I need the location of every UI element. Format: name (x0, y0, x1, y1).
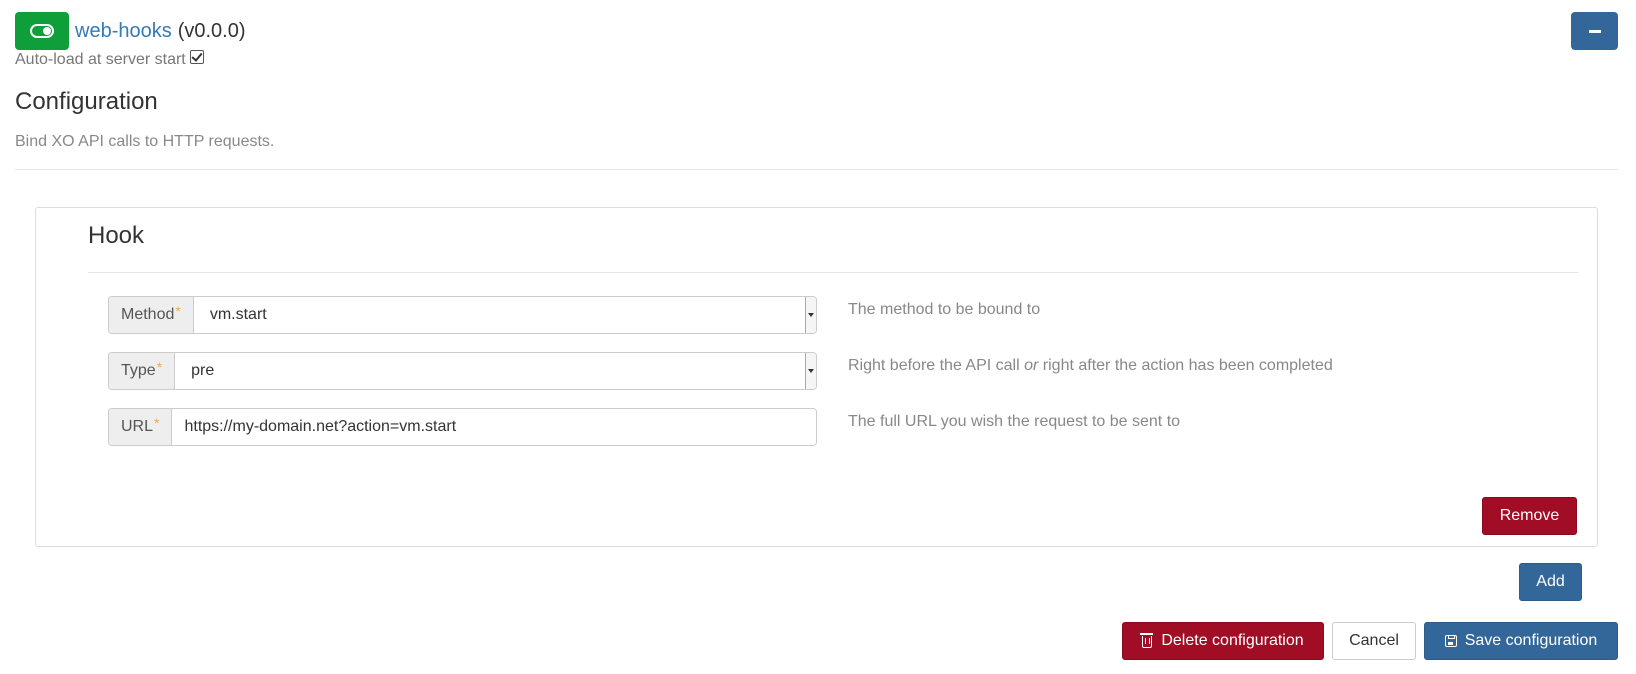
required-marker: * (156, 359, 163, 375)
chevron-down-icon[interactable] (805, 297, 816, 333)
add-label: Add (1536, 573, 1565, 590)
url-help: The full URL you wish the request to be … (848, 413, 1181, 430)
chevron-down-icon[interactable] (805, 353, 816, 389)
type-input-group: Type * pre (108, 352, 817, 390)
delete-label: Delete configuration (1161, 632, 1304, 649)
floppy-disk-icon (1444, 635, 1457, 647)
autoload-checkbox[interactable] (189, 50, 204, 64)
type-select[interactable]: pre (175, 353, 816, 389)
cancel-button[interactable]: Cancel (1332, 622, 1416, 660)
collapse-button[interactable] (1571, 12, 1618, 50)
method-input-group: Method * vm.start (108, 296, 817, 334)
add-hook-button[interactable]: Add (1519, 563, 1582, 601)
autoload-label: Auto-load at server start (15, 51, 186, 68)
url-addon: URL * (109, 409, 173, 445)
method-label: Method (121, 306, 175, 323)
cancel-label: Cancel (1349, 632, 1399, 649)
required-marker: * (154, 415, 160, 431)
url-input[interactable]: https://my-domain.net?action=vm.start (172, 409, 816, 445)
minus-icon (1588, 29, 1601, 33)
url-label: URL (121, 418, 154, 435)
type-help-after: right after the action has been complete… (1038, 357, 1333, 374)
plugin-enable-toggle[interactable] (15, 12, 69, 50)
hook-panel: Hook Method * vm.start The method to be b… (35, 207, 1598, 547)
type-help-em: or (1024, 357, 1039, 374)
delete-configuration-button[interactable]: Delete configuration (1122, 622, 1324, 660)
plugin-name-link[interactable]: web-hooks (75, 20, 172, 43)
method-help: The method to be bound to (848, 301, 1041, 318)
remove-hook-button[interactable]: Remove (1482, 497, 1577, 535)
hook-divider (88, 272, 1578, 273)
type-help: Right before the API call or right after… (848, 357, 1333, 375)
plugin-header: web-hooks (v0.0.0) (15, 12, 246, 50)
save-label: Save configuration (1464, 632, 1598, 649)
remove-label: Remove (1499, 507, 1560, 524)
url-value: https://my-domain.net?action=vm.start (184, 418, 457, 435)
type-help-before: Right before the API call (848, 357, 1025, 374)
plugin-version: (v0.0.0) (177, 19, 246, 42)
toggle-on-icon (30, 24, 54, 38)
plugin-page: web-hooks (v0.0.0) Auto-load at server s… (0, 0, 1636, 674)
method-addon: Method * (109, 297, 194, 333)
url-field-row: URL * https://my-domain.net?action=vm.sta… (108, 408, 817, 446)
type-field-row: Type * pre (108, 352, 817, 390)
method-field-row: Method * vm.start (108, 296, 817, 334)
autoload-row: Auto-load at server start (15, 50, 204, 69)
url-input-group: URL * https://my-domain.net?action=vm.sta… (108, 408, 817, 446)
divider (15, 169, 1618, 170)
type-addon: Type * (109, 353, 176, 389)
configuration-description: Bind XO API calls to HTTP requests. (15, 133, 275, 150)
method-select[interactable]: vm.start (193, 297, 816, 333)
trash-icon (1140, 633, 1154, 648)
hook-title: Hook (88, 222, 145, 249)
configuration-title: Configuration (15, 88, 158, 115)
type-value: pre (191, 362, 215, 379)
required-marker: * (175, 303, 181, 319)
save-configuration-button[interactable]: Save configuration (1424, 622, 1618, 660)
type-label: Type (121, 362, 156, 379)
method-value: vm.start (209, 306, 267, 323)
